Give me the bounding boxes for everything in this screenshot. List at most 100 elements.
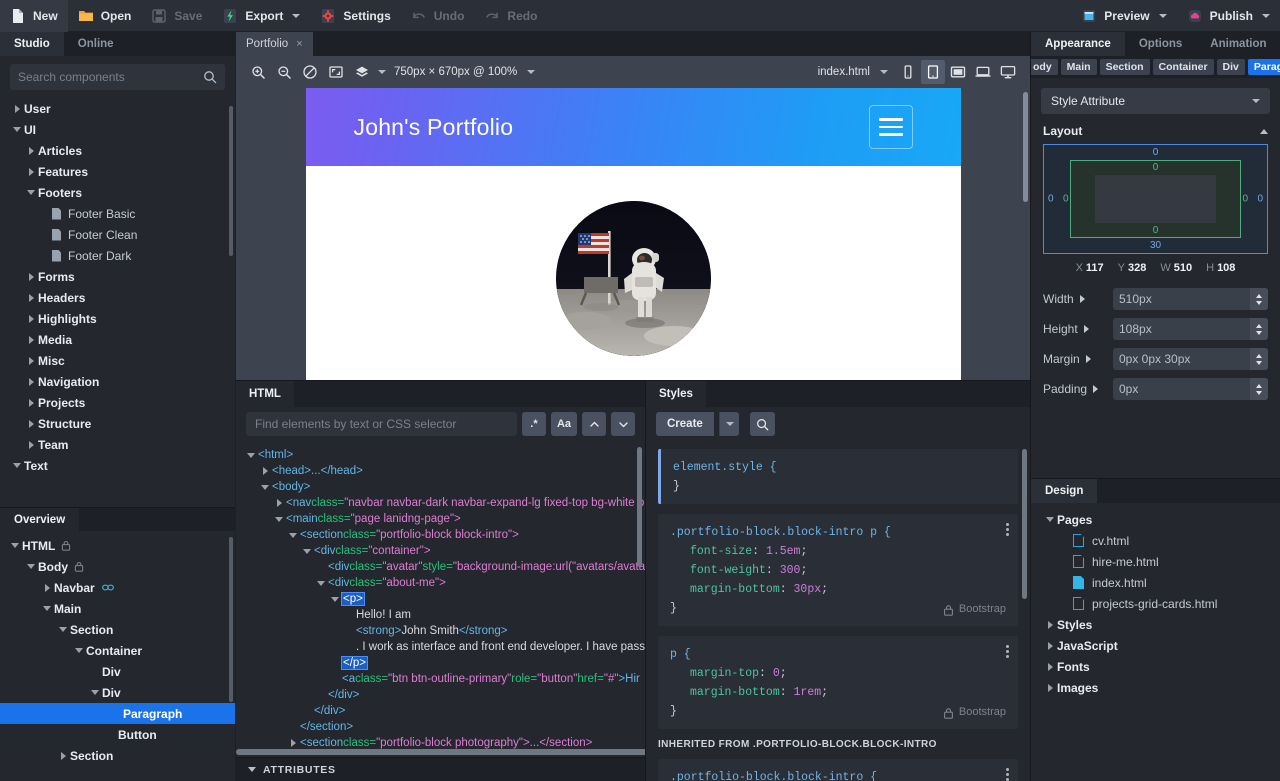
component-search-box[interactable]	[10, 64, 225, 90]
phone-icon[interactable]	[896, 60, 920, 84]
outline-item-button[interactable]: Button	[0, 724, 235, 745]
search-input[interactable]	[18, 70, 197, 84]
padding-right-value[interactable]: 0	[1242, 194, 1248, 205]
design-item-projects-grid-cards-html[interactable]: projects-grid-cards.html	[1031, 593, 1280, 614]
chevron-right-icon[interactable]	[28, 146, 34, 155]
stepper-up-icon[interactable]	[1256, 323, 1262, 328]
design-item-fonts[interactable]: Fonts	[1031, 656, 1280, 677]
chevron-down-icon[interactable]	[91, 690, 99, 695]
layout-section-header[interactable]: Layout	[1031, 114, 1280, 144]
breadcrumb-item-main[interactable]: Main	[1060, 59, 1097, 75]
component-tree-item-features[interactable]: Features	[0, 161, 235, 182]
stepper-down-icon[interactable]	[1256, 300, 1262, 305]
regex-toggle[interactable]: .*	[521, 412, 546, 436]
code-line[interactable]: <body>	[244, 479, 645, 495]
chevron-down-icon[interactable]	[11, 543, 19, 548]
canvas-scrollbar[interactable]	[1023, 92, 1028, 202]
component-tree-item-user[interactable]: User	[0, 98, 235, 119]
hamburger-icon[interactable]	[868, 105, 913, 149]
code-line[interactable]: </section>	[244, 719, 645, 735]
margin-top-value[interactable]: 0	[1153, 147, 1159, 158]
zoom-out-icon[interactable]	[272, 60, 296, 84]
code-line[interactable]: <head>...</head>	[244, 463, 645, 479]
property-input-height[interactable]: 108px	[1113, 318, 1268, 340]
component-tree-item-forms[interactable]: Forms	[0, 266, 235, 287]
chevron-right-icon[interactable]	[276, 499, 282, 507]
design-item-hire-me-html[interactable]: hire-me.html	[1031, 551, 1280, 572]
canvas-size-chevron-down-icon[interactable]	[527, 70, 536, 74]
code-line[interactable]: <div class= "about-me">	[244, 575, 645, 591]
tab-studio[interactable]: Studio	[0, 32, 64, 56]
chevron-right-icon[interactable]	[28, 314, 34, 323]
code-selected-tag[interactable]: <p>	[341, 592, 365, 606]
chevron-right-icon[interactable]	[290, 739, 296, 747]
chevron-right-icon[interactable]	[28, 167, 34, 176]
code-line[interactable]: <nav class= "navbar navbar-dark navbar-ex…	[244, 495, 645, 511]
tab-design[interactable]: Design	[1031, 479, 1098, 503]
component-tree-item-misc[interactable]: Misc	[0, 350, 235, 371]
chevron-right-icon[interactable]	[1047, 683, 1053, 692]
tab-overview[interactable]: Overview	[0, 508, 80, 532]
stepper-up-icon[interactable]	[1256, 293, 1262, 298]
breadcrumb-item-ody[interactable]: ody	[1031, 59, 1058, 75]
file-chevron-down-icon[interactable]	[880, 70, 888, 74]
canvas-size-label[interactable]: 750px × 670px @ 100%	[388, 66, 523, 78]
property-stepper-margin[interactable]	[1250, 348, 1268, 370]
chevron-right-icon[interactable]	[28, 440, 34, 449]
css-rule[interactable]: p {margin-top: 0; margin-bottom: 1rem;} Bo…	[658, 636, 1018, 729]
chevron-right-icon[interactable]	[28, 398, 34, 407]
open-button[interactable]: Open	[68, 0, 142, 32]
chevron-right-icon[interactable]	[28, 293, 34, 302]
outline-item-body[interactable]: Body	[0, 556, 235, 577]
desktop-icon[interactable]	[996, 60, 1020, 84]
style-attribute-select[interactable]: Style Attribute	[1041, 88, 1270, 114]
outline-item-section[interactable]: Section	[0, 619, 235, 640]
breadcrumb-item-section[interactable]: Section	[1099, 59, 1150, 75]
search-icon[interactable]	[203, 70, 217, 84]
chevron-right-icon[interactable]	[44, 583, 50, 592]
chevron-down-icon[interactable]	[289, 532, 297, 538]
fit-screen-icon[interactable]	[324, 60, 348, 84]
settings-button[interactable]: Settings	[310, 0, 400, 32]
chevron-down-icon[interactable]	[13, 463, 21, 468]
stepper-down-icon[interactable]	[1256, 390, 1262, 395]
chevron-right-icon[interactable]	[60, 751, 66, 760]
chevron-right-icon[interactable]	[28, 419, 34, 428]
create-style-chevron-down-icon[interactable]	[718, 412, 739, 436]
css-declaration[interactable]: margin-bottom: 30px;	[670, 580, 1006, 599]
chevron-down-icon[interactable]	[1262, 13, 1270, 18]
rule-menu-icon[interactable]	[1006, 523, 1009, 536]
property-input-width[interactable]: 510px	[1113, 288, 1268, 310]
component-tree-item-headers[interactable]: Headers	[0, 287, 235, 308]
chevron-right-icon[interactable]	[1083, 325, 1089, 333]
tab-online[interactable]: Online	[64, 32, 128, 56]
chevron-right-icon[interactable]	[14, 104, 20, 113]
component-tree-item-navigation[interactable]: Navigation	[0, 371, 235, 392]
chevron-right-icon[interactable]	[1047, 641, 1053, 650]
laptop-icon[interactable]	[971, 60, 995, 84]
outline-item-section[interactable]: Section	[0, 745, 235, 766]
code-selected-tag[interactable]: </p>	[340, 656, 369, 670]
styles-search-button[interactable]	[749, 412, 775, 436]
outline-tree[interactable]: HTML Body Navbar Main Section Container Div Div…	[0, 531, 235, 781]
code-line[interactable]: <a class= "btn btn-outline-primary" role=…	[244, 671, 645, 687]
code-line[interactable]: <html>	[244, 447, 645, 463]
property-input-margin[interactable]: 0px 0px 30px	[1113, 348, 1268, 370]
chevron-down-icon[interactable]	[247, 452, 255, 458]
match-case-toggle[interactable]: Aa	[550, 412, 577, 436]
create-style-button[interactable]: Create	[656, 412, 714, 436]
chevron-up-icon[interactable]	[1260, 128, 1268, 134]
code-line[interactable]: <strong> John Smith </strong>	[244, 623, 645, 639]
design-item-pages[interactable]: Pages	[1031, 509, 1280, 530]
breadcrumb[interactable]: odyMainSectionContainerDivParagraph	[1031, 56, 1280, 78]
design-item-index-html[interactable]: index.html	[1031, 572, 1280, 593]
document-tab-portfolio[interactable]: Portfolio ×	[236, 32, 313, 56]
component-tree-item-structure[interactable]: Structure	[0, 413, 235, 434]
redo-button[interactable]: Redo	[474, 0, 547, 32]
chevron-right-icon[interactable]	[1047, 662, 1053, 671]
css-rule[interactable]: .portfolio-block.block-intro p {font-siz…	[658, 514, 1018, 626]
rule-menu-icon[interactable]	[1006, 645, 1009, 658]
tab-animation[interactable]: Animation	[1196, 32, 1280, 56]
chevron-down-icon[interactable]	[1046, 517, 1054, 522]
tablet-icon[interactable]	[921, 60, 945, 84]
